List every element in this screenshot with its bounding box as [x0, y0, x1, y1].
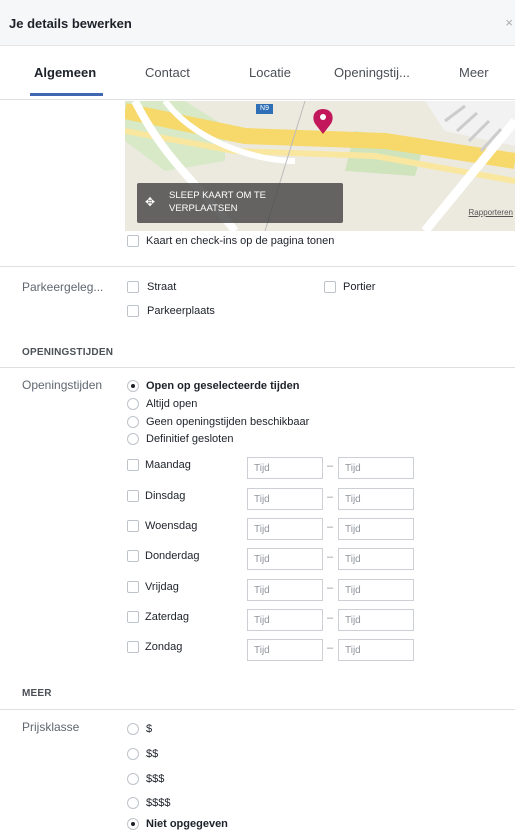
price-1-label: $ — [146, 723, 153, 735]
tab-contact[interactable]: Contact — [145, 65, 190, 80]
divider — [0, 709, 515, 710]
close-time-maandag[interactable]: Tijd — [338, 457, 414, 479]
parking-valet-checkbox[interactable] — [324, 281, 336, 293]
day-checkbox-woensdag[interactable] — [127, 520, 139, 532]
parking-label: Parkeergeleg... — [22, 280, 104, 294]
location-map[interactable]: N9 ✥ SLEEP KAART OM TE VERPLAATSEN Rappo… — [125, 101, 515, 231]
tab-algemeen[interactable]: Algemeen — [34, 65, 96, 80]
hours-mode-selected-radio[interactable] — [127, 380, 139, 392]
day-checkbox-maandag[interactable] — [127, 459, 139, 471]
price-4-radio[interactable] — [127, 797, 139, 809]
move-icon: ✥ — [145, 195, 156, 209]
hours-mode-none-label: Geen openingstijden beschikbaar — [146, 416, 310, 428]
time-dash: – — [327, 551, 334, 563]
time-dash: – — [327, 642, 334, 654]
dialog-header: Je details bewerken × — [0, 0, 515, 46]
active-tab-indicator — [30, 93, 103, 96]
tab-bar: Algemeen Contact Locatie Openingstij... … — [0, 46, 515, 100]
close-time-dinsdag[interactable]: Tijd — [338, 488, 414, 510]
day-label-zaterdag: Zaterdag — [145, 611, 190, 623]
price-label: Prijsklasse — [22, 720, 80, 734]
report-link[interactable]: Rapporteren — [469, 208, 513, 217]
show-checkins-label: Kaart en check-ins op de pagina tonen — [146, 235, 335, 247]
close-time-zondag[interactable]: Tijd — [338, 639, 414, 661]
hours-mode-always-radio[interactable] — [127, 398, 139, 410]
price-unspecified-label: Niet opgegeven — [146, 818, 228, 830]
time-dash: – — [327, 612, 334, 624]
day-label-dinsdag: Dinsdag — [145, 490, 186, 502]
day-checkbox-zondag[interactable] — [127, 641, 139, 653]
tab-locatie[interactable]: Locatie — [249, 65, 291, 80]
show-checkins-checkbox[interactable] — [127, 235, 139, 247]
price-3-radio[interactable] — [127, 773, 139, 785]
parking-lot-label: Parkeerplaats — [147, 305, 215, 317]
close-time-donderdag[interactable]: Tijd — [338, 548, 414, 570]
time-dash: – — [327, 582, 334, 594]
divider — [0, 266, 515, 267]
open-time-dinsdag[interactable]: Tijd — [247, 488, 323, 510]
open-time-maandag[interactable]: Tijd — [247, 457, 323, 479]
price-2-label: $$ — [146, 748, 159, 760]
dialog-title: Je details bewerken — [9, 16, 132, 31]
parking-lot-checkbox[interactable] — [127, 305, 139, 317]
parking-valet-label: Portier — [343, 281, 376, 293]
parking-street-label: Straat — [147, 281, 177, 293]
hours-mode-none-radio[interactable] — [127, 416, 139, 428]
road-badge: N9 — [256, 104, 273, 114]
day-checkbox-vrijdag[interactable] — [127, 581, 139, 593]
divider — [0, 367, 515, 368]
price-2-radio[interactable] — [127, 748, 139, 760]
hours-mode-closed-label: Definitief gesloten — [146, 433, 234, 445]
drag-map-label: SLEEP KAART OM TE VERPLAATSEN — [169, 190, 266, 214]
hours-mode-selected-label: Open op geselecteerde tijden — [146, 380, 300, 392]
day-label-maandag: Maandag — [145, 459, 191, 471]
time-dash: – — [327, 460, 334, 472]
day-label-vrijdag: Vrijdag — [145, 581, 179, 593]
day-label-woensdag: Woensdag — [145, 520, 198, 532]
price-3-label: $$$ — [146, 773, 165, 785]
parking-street-checkbox[interactable] — [127, 281, 139, 293]
day-checkbox-donderdag[interactable] — [127, 550, 139, 562]
price-unspecified-radio[interactable] — [127, 818, 139, 830]
close-time-zaterdag[interactable]: Tijd — [338, 609, 414, 631]
open-time-zaterdag[interactable]: Tijd — [247, 609, 323, 631]
time-dash: – — [327, 491, 334, 503]
hours-mode-closed-radio[interactable] — [127, 433, 139, 445]
drag-map-button[interactable]: ✥ SLEEP KAART OM TE VERPLAATSEN — [137, 183, 343, 223]
open-time-woensdag[interactable]: Tijd — [247, 518, 323, 540]
day-checkbox-dinsdag[interactable] — [127, 490, 139, 502]
hours-mode-always-label: Altijd open — [146, 398, 198, 410]
price-1-radio[interactable] — [127, 723, 139, 735]
close-time-vrijdag[interactable]: Tijd — [338, 579, 414, 601]
day-checkbox-zaterdag[interactable] — [127, 611, 139, 623]
hours-label: Openingstijden — [22, 378, 103, 392]
tab-meer[interactable]: Meer — [459, 65, 489, 80]
more-section-title: MEER — [22, 688, 52, 699]
hours-section-title: OPENINGSTIJDEN — [22, 347, 114, 358]
day-label-zondag: Zondag — [145, 641, 183, 653]
open-time-zondag[interactable]: Tijd — [247, 639, 323, 661]
day-label-donderdag: Donderdag — [145, 550, 200, 562]
close-time-woensdag[interactable]: Tijd — [338, 518, 414, 540]
open-time-donderdag[interactable]: Tijd — [247, 548, 323, 570]
open-time-vrijdag[interactable]: Tijd — [247, 579, 323, 601]
close-icon[interactable]: × — [505, 15, 513, 30]
time-dash: – — [327, 521, 334, 533]
price-4-label: $$$$ — [146, 797, 171, 809]
tab-openingstijden[interactable]: Openingstij... — [334, 65, 410, 80]
